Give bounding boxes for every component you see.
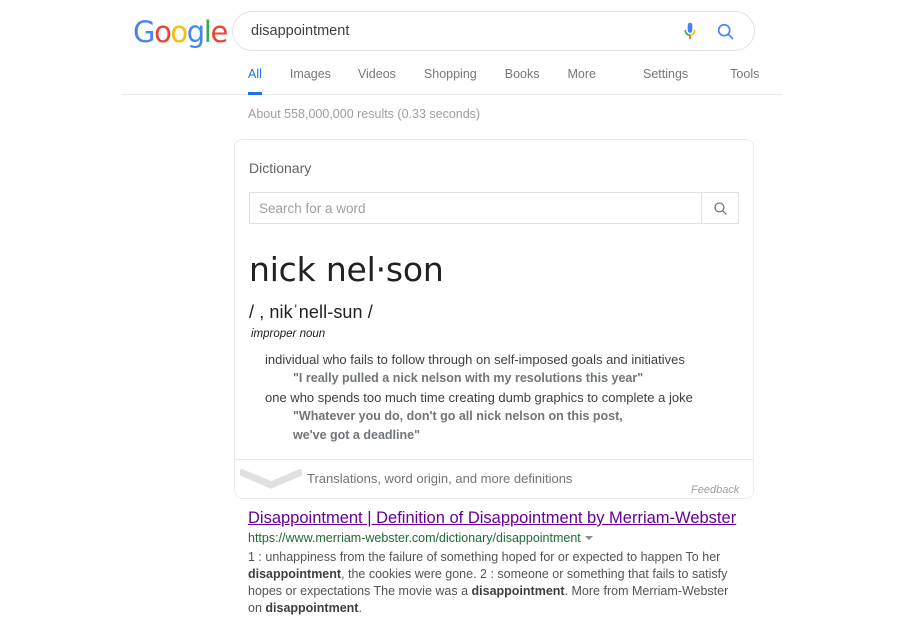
definition-text: individual who fails to follow through o…	[265, 351, 685, 367]
dictionary-heading: Dictionary	[249, 160, 312, 176]
tab-books[interactable]: Books	[505, 64, 540, 95]
feedback-link[interactable]: Feedback	[691, 484, 739, 496]
search-result: Disappointment | Definition of Disappoin…	[248, 508, 743, 617]
dictionary-search-button[interactable]	[701, 192, 739, 224]
result-url: https://www.merriam-webster.com/dictiona…	[248, 531, 581, 545]
search-icon	[713, 201, 727, 215]
result-snippet: 1 : unhappiness from the failure of some…	[248, 550, 729, 615]
definition-example: "Whatever you do, don't go all nick nels…	[293, 408, 623, 423]
logo-letter-1: G	[133, 15, 155, 49]
dictionary-part-of-speech: improper noun	[251, 327, 326, 340]
dictionary-card: Dictionary nick nel·son / , nikˈnell-sun…	[234, 139, 754, 499]
dictionary-expand-label: Translations, word origin, and more defi…	[307, 471, 573, 487]
tab-videos[interactable]: Videos	[358, 64, 396, 95]
nav-tools: Settings Tools	[643, 64, 759, 95]
definition-text: one who spends too much time creating du…	[265, 389, 693, 405]
result-url-row: https://www.merriam-webster.com/dictiona…	[248, 530, 743, 546]
search-bar[interactable]	[232, 11, 755, 51]
dictionary-search-row	[249, 192, 739, 224]
logo-letter-5: l	[203, 15, 212, 49]
chevron-down-icon[interactable]	[584, 536, 593, 540]
tab-all[interactable]: All	[248, 64, 262, 95]
dictionary-word: nick nel·son	[249, 250, 444, 289]
definition-example: "I really pulled a nick nelson with my r…	[293, 370, 644, 385]
result-stats: About 558,000,000 results (0.33 seconds)	[248, 107, 481, 121]
tab-more[interactable]: More	[567, 64, 595, 95]
logo-letter-2: o	[154, 15, 172, 49]
chevron-down-icon[interactable]	[235, 468, 307, 489]
search-header: Google All Images Videos Shopping Books …	[0, 0, 900, 96]
google-logo[interactable]: Google	[133, 15, 228, 49]
result-title-link[interactable]: Disappointment | Definition of Disappoin…	[248, 508, 736, 529]
tools-button[interactable]: Tools	[730, 64, 759, 95]
microphone-icon[interactable]	[679, 20, 701, 42]
logo-letter-4: g	[186, 15, 205, 49]
dictionary-definitions: individual who fails to follow through o…	[235, 340, 753, 445]
search-icon[interactable]	[715, 21, 736, 42]
definition-example: we've got a deadline"	[293, 427, 420, 442]
settings-button[interactable]: Settings	[643, 64, 688, 95]
logo-letter-6: e	[210, 15, 228, 49]
dictionary-phonetic: / , nikˈnell-sun /	[249, 301, 373, 322]
tab-shopping[interactable]: Shopping	[424, 64, 477, 95]
dictionary-search-input[interactable]	[249, 192, 701, 224]
dictionary-expand-footer[interactable]: Translations, word origin, and more defi…	[235, 458, 753, 498]
dictionary-body: Dictionary nick nel·son / , nikˈnell-sun…	[235, 140, 753, 459]
nav-tabs: All Images Videos Shopping Books More	[248, 64, 596, 95]
tab-images[interactable]: Images	[290, 64, 331, 95]
search-nav: All Images Videos Shopping Books More Se…	[0, 64, 900, 96]
logo-letter-3: o	[170, 15, 188, 49]
search-input[interactable]	[233, 13, 679, 49]
